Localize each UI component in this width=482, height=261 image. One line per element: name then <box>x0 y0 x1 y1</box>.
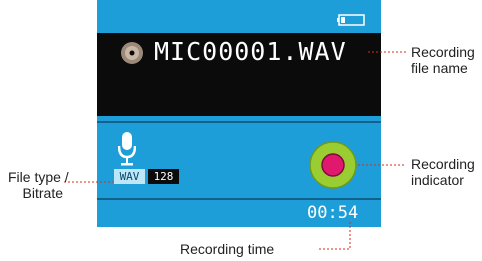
callout-recording-indicator: Recording indicator <box>411 156 475 188</box>
callout-recording-time: Recording time <box>180 241 275 257</box>
callout-leaders <box>64 51 406 250</box>
callout-file-type-bitrate: File type / Bitrate <box>8 169 69 201</box>
callout-recording-file-name: Recording file name <box>411 44 475 76</box>
leader-time <box>318 222 351 250</box>
